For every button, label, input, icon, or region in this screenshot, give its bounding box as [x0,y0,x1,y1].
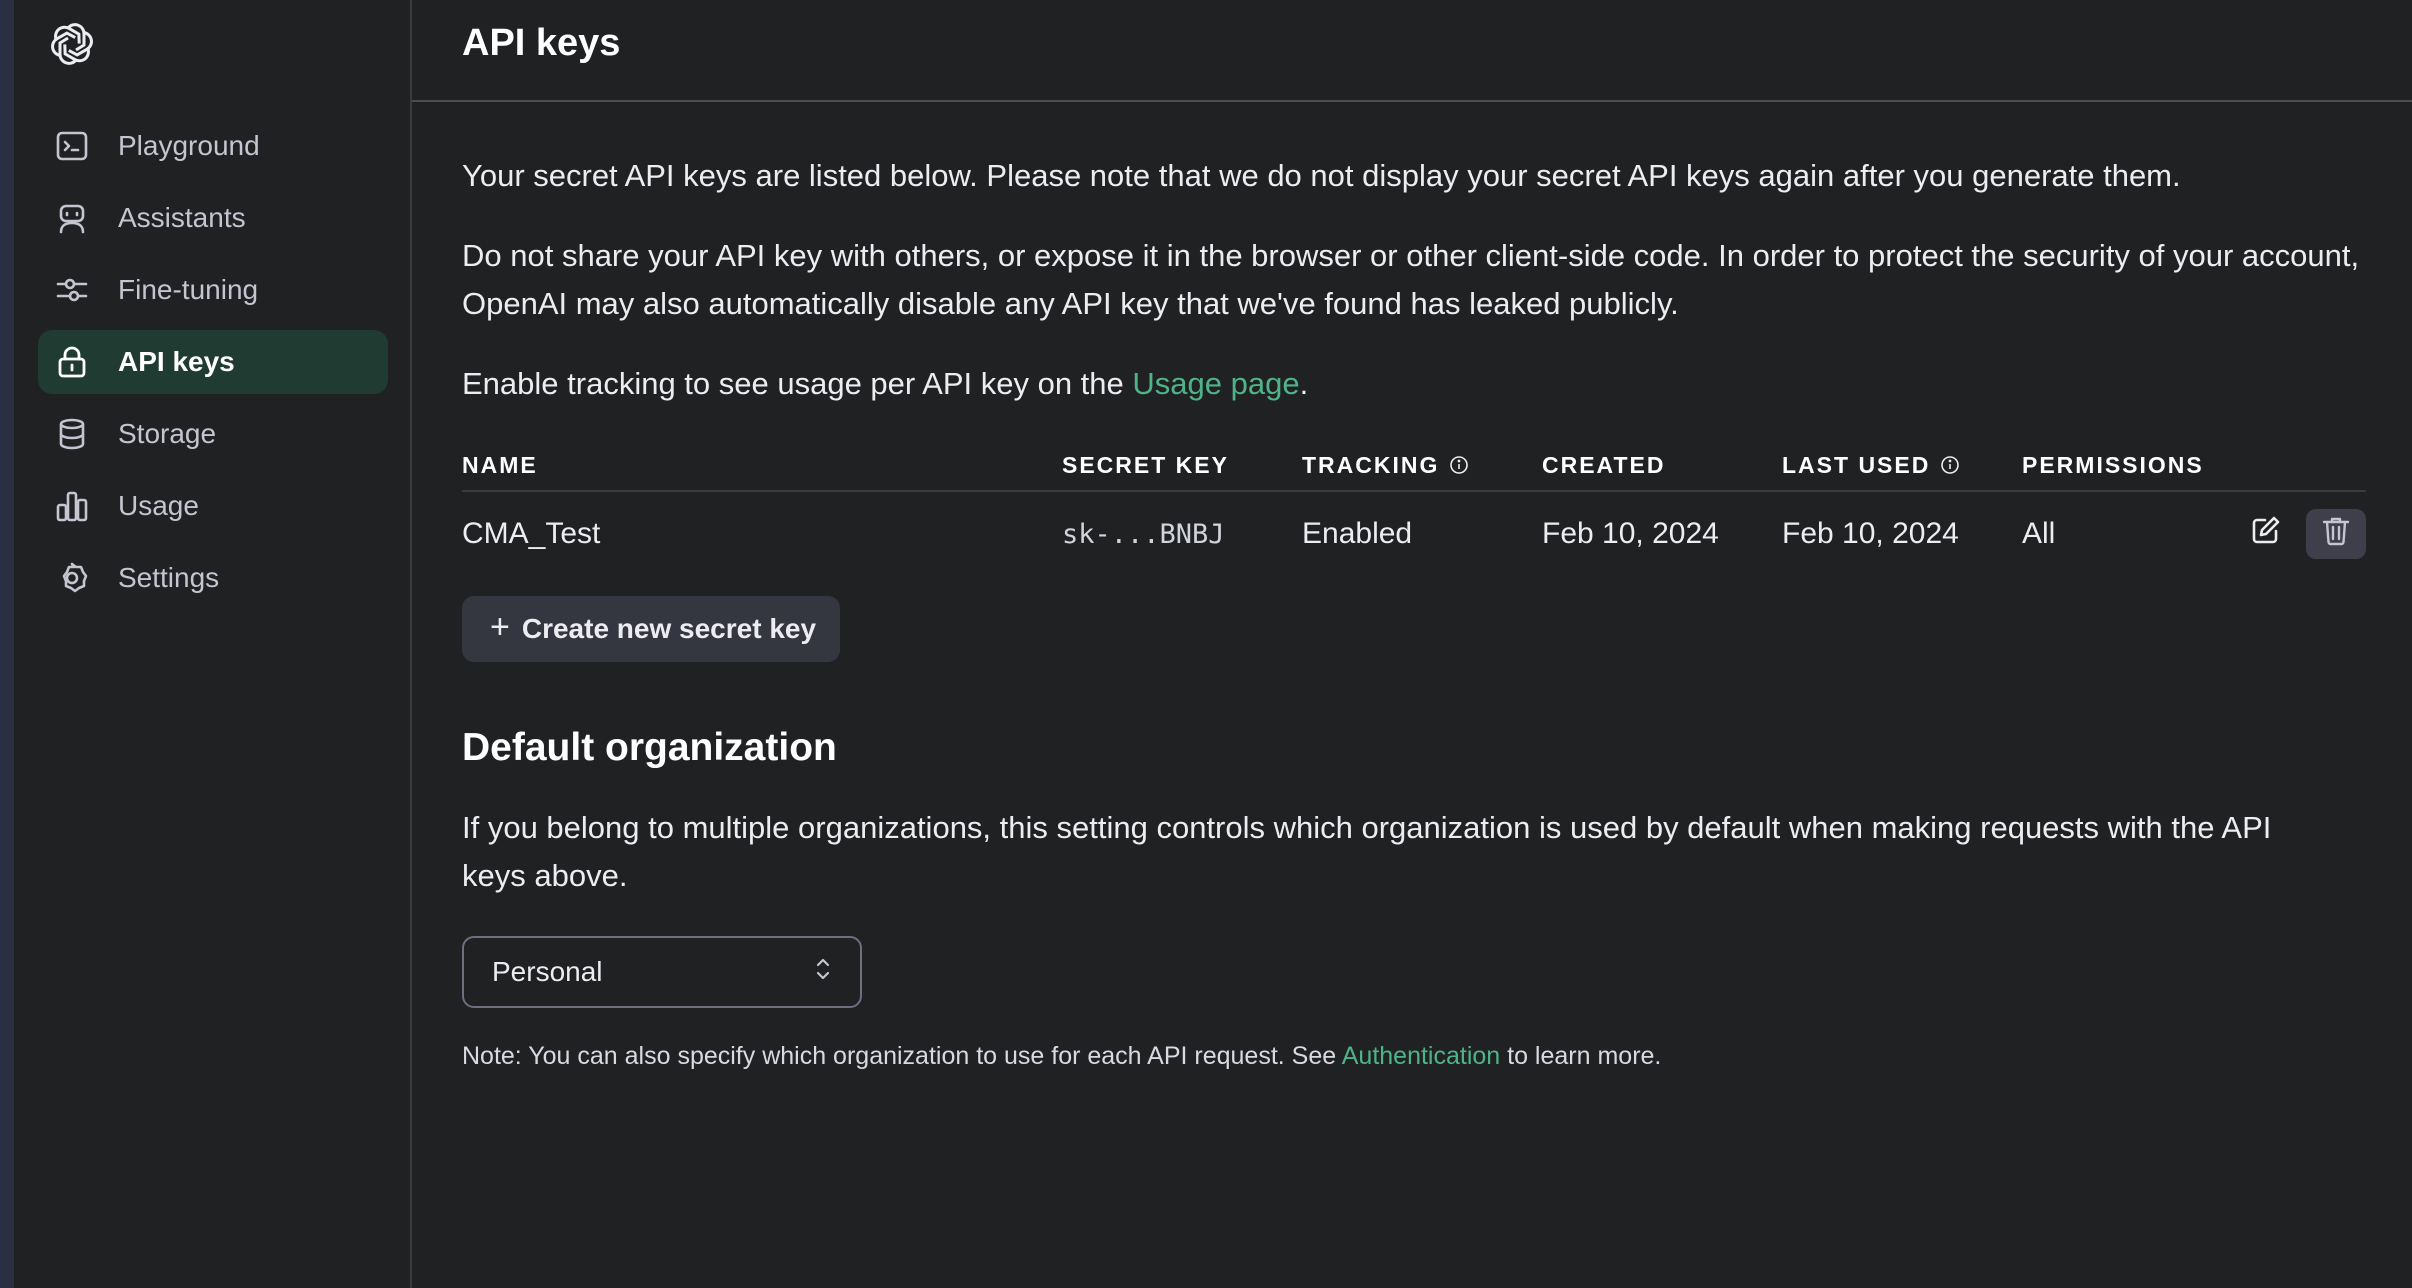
sidebar-item-label: Settings [118,562,220,593]
column-label: LAST USED [1782,451,1931,478]
column-label: NAME [462,451,538,478]
openai-logo[interactable] [44,16,100,72]
column-header-created: CREATED [1542,452,1782,479]
page-title: API keys [462,21,621,64]
default-organization-title: Default organization [462,726,837,769]
default-organization-description: If you belong to multiple organizations,… [462,810,2272,893]
table-header: NAME SECRET KEY TRACKING CREATED LAST US… [462,440,2366,492]
bar-chart-icon [54,488,90,524]
key-created: Feb 10, 2024 [1542,517,1719,550]
sidebar-item-label: Playground [118,130,260,161]
column-header-secret-key: SECRET KEY [1062,452,1302,479]
sidebar-nav: Playground Assistants Fine-tuning API ke… [38,114,388,618]
sidebar-item-label: Fine-tuning [118,274,259,305]
gear-icon [54,560,90,596]
terminal-icon [54,128,90,164]
edit-key-button[interactable] [2236,509,2296,559]
sidebar-item-settings[interactable]: Settings [38,546,388,610]
robot-icon [54,200,90,236]
table-row: CMA_Test sk-...BNBJ Enabled Feb 10, 2024… [462,492,2366,576]
organization-select[interactable]: Personal [462,936,862,1008]
sidebar: Playground Assistants Fine-tuning API ke… [14,0,412,1288]
chevron-up-down-icon [814,955,832,990]
api-keys-section: Your secret API keys are listed below. P… [412,102,2366,1071]
column-header-last-used: LAST USED [1782,452,2022,479]
create-secret-key-button[interactable]: + Create new secret key [462,596,841,662]
key-permissions: All [2022,517,2056,550]
organization-select-value: Personal [492,956,603,987]
sidebar-item-label: Storage [118,418,217,449]
sidebar-item-label: Usage [118,490,199,521]
usage-text-end: . [1299,366,1309,401]
usage-text: Enable tracking to see usage per API key… [462,366,1133,401]
key-secret: sk-...BNBJ [1062,518,1225,550]
intro-paragraph-3: Enable tracking to see usage per API key… [462,360,2362,408]
info-icon[interactable] [1940,455,1960,475]
column-label: CREATED [1542,451,1666,478]
key-last-used: Feb 10, 2024 [1782,517,1959,550]
api-keys-table: NAME SECRET KEY TRACKING CREATED LAST US… [462,440,2366,576]
column-label: SECRET KEY [1062,451,1229,478]
sidebar-item-playground[interactable]: Playground [38,114,388,178]
app-window: Playground Assistants Fine-tuning API ke… [0,0,2412,1288]
key-name: CMA_Test [462,517,601,550]
sidebar-item-assistants[interactable]: Assistants [38,186,388,250]
delete-key-button[interactable] [2306,509,2366,559]
authentication-link[interactable]: Authentication [1342,1042,1500,1070]
trash-icon [2321,514,2351,554]
sliders-icon [54,272,90,308]
usage-page-link[interactable]: Usage page [1132,366,1299,401]
lock-icon [54,344,90,380]
intro-paragraph-2: Do not share your API key with others, o… [462,238,2360,321]
column-label: PERMISSIONS [2022,451,2204,478]
column-header-tracking: TRACKING [1302,452,1542,479]
row-actions [2222,509,2366,559]
pencil-icon [2250,514,2282,554]
sidebar-item-usage[interactable]: Usage [38,474,388,538]
column-label: TRACKING [1302,451,1440,478]
column-header-name: NAME [462,452,1062,479]
create-button-label: Create new secret key [521,613,817,644]
sidebar-item-fine-tuning[interactable]: Fine-tuning [38,258,388,322]
sidebar-item-label: Assistants [118,202,246,233]
main-content: API keys Your secret API keys are listed… [412,0,2412,1288]
intro-paragraph-1: Your secret API keys are listed below. P… [462,158,2181,193]
plus-icon: + [490,607,510,646]
sidebar-item-api-keys[interactable]: API keys [38,330,388,394]
organization-note: Note: You can also specify which organiz… [462,1042,2362,1071]
note-text-end: to learn more. [1500,1042,1662,1070]
page-header: API keys [412,0,2412,102]
sidebar-item-label: API keys [118,346,235,377]
database-icon [54,416,90,452]
key-tracking: Enabled [1302,517,1413,550]
info-icon[interactable] [1449,455,1469,475]
note-text: Note: You can also specify which organiz… [462,1042,1342,1070]
column-header-permissions: PERMISSIONS [2022,452,2222,479]
sidebar-item-storage[interactable]: Storage [38,402,388,466]
window-edge [0,0,14,1288]
